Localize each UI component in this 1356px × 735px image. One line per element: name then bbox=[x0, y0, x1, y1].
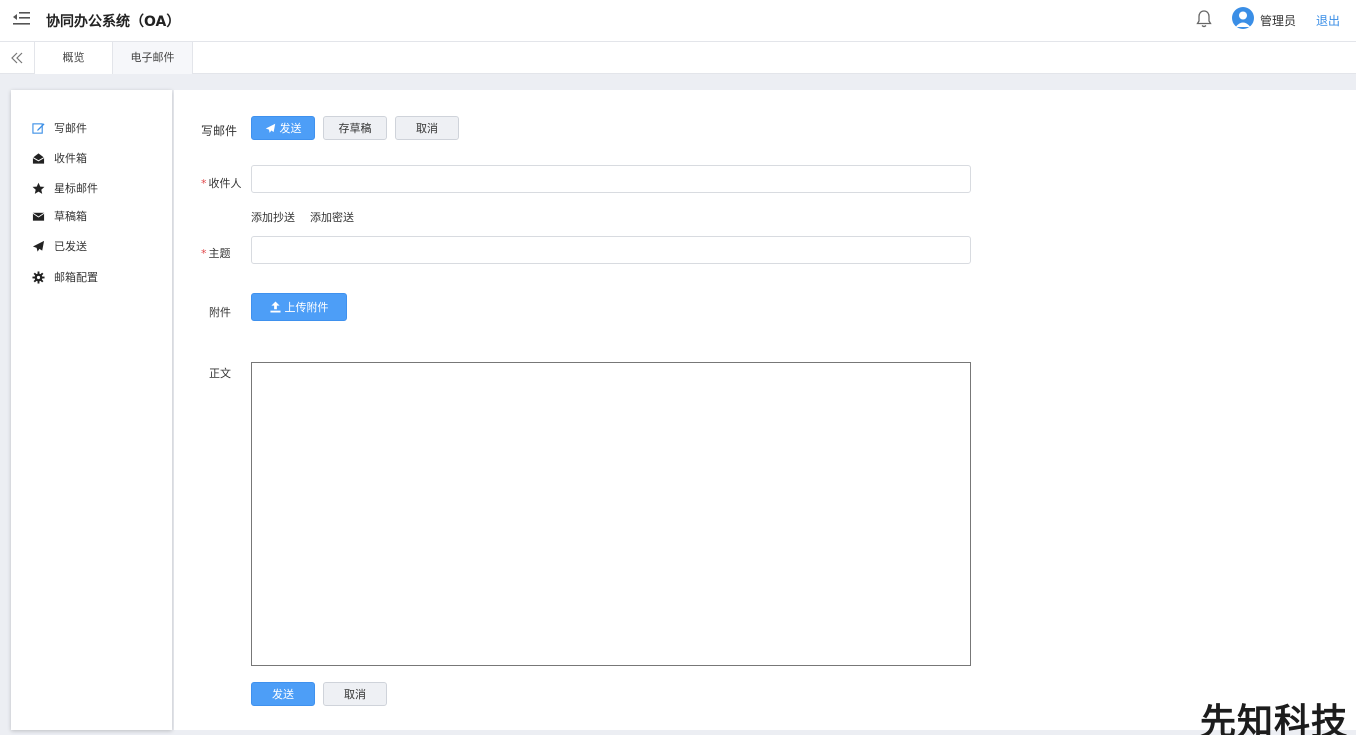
required-mark: * bbox=[201, 247, 207, 260]
inbox-icon bbox=[32, 152, 45, 164]
logout-link[interactable]: 退出 bbox=[1316, 12, 1340, 29]
sidebar-item-label: 已发送 bbox=[54, 240, 87, 253]
sidebar-item-drafts[interactable]: 草稿箱 bbox=[32, 207, 87, 225]
body-textarea[interactable] bbox=[251, 362, 971, 666]
recipient-label-text: 收件人 bbox=[208, 177, 242, 190]
recipient-label: * 收件人 bbox=[201, 175, 242, 191]
user-icon bbox=[1235, 11, 1251, 27]
sidebar-item-label: 星标邮件 bbox=[54, 182, 98, 195]
upload-attachment-button[interactable]: 上传附件 bbox=[251, 293, 347, 321]
app-title: 协同办公系统（OA） bbox=[46, 14, 181, 30]
upload-icon bbox=[269, 301, 281, 313]
bottom-send-button[interactable]: 发送 bbox=[251, 682, 315, 706]
subject-label-text: 主题 bbox=[208, 247, 231, 260]
tab-email[interactable]: 电子邮件 bbox=[113, 42, 193, 74]
section-title: 写邮件 bbox=[201, 124, 238, 138]
top-header: 协同办公系统（OA） 管理员 退出 bbox=[0, 0, 1356, 42]
cancel-button[interactable]: 取消 bbox=[395, 116, 459, 140]
subject-input[interactable] bbox=[251, 236, 971, 264]
sidebar: 写邮件 收件箱 星标邮件 草稿箱 已发送 邮箱配置 bbox=[11, 90, 172, 730]
sidebar-item-label: 写邮件 bbox=[54, 122, 87, 135]
sidebar-item-mail-settings[interactable]: 邮箱配置 bbox=[32, 268, 98, 286]
required-mark: * bbox=[201, 177, 207, 190]
sidebar-item-label: 收件箱 bbox=[54, 152, 87, 165]
send-button[interactable]: 发送 bbox=[251, 116, 315, 140]
body-label: 正文 bbox=[209, 367, 231, 380]
save-draft-button[interactable]: 存草稿 bbox=[323, 116, 387, 140]
tab-overview[interactable]: 概览 bbox=[34, 42, 113, 74]
envelope-icon bbox=[32, 212, 45, 221]
upload-button-label: 上传附件 bbox=[284, 301, 329, 314]
bell-icon[interactable] bbox=[1195, 9, 1213, 29]
avatar[interactable] bbox=[1232, 7, 1254, 29]
subject-label: * 主题 bbox=[201, 245, 231, 261]
compose-panel: 写邮件 发送 存草稿 取消 * 收件人 添加抄送 添加密送 * 主题 附件 上传附件… bbox=[174, 90, 1356, 730]
edit-icon bbox=[32, 122, 45, 134]
bottom-cancel-button[interactable]: 取消 bbox=[323, 682, 387, 706]
send-icon bbox=[265, 123, 275, 133]
watermark-text: 先知科技 bbox=[1200, 702, 1349, 735]
sidebar-item-starred[interactable]: 星标邮件 bbox=[32, 179, 98, 197]
user-name[interactable]: 管理员 bbox=[1260, 12, 1296, 29]
tab-bar: 概览 电子邮件 bbox=[0, 42, 1356, 74]
menu-toggle-icon[interactable] bbox=[11, 10, 31, 28]
sidebar-item-compose[interactable]: 写邮件 bbox=[32, 119, 87, 137]
sidebar-item-label: 邮箱配置 bbox=[54, 271, 98, 284]
sidebar-item-inbox[interactable]: 收件箱 bbox=[32, 149, 87, 167]
sidebar-item-sent[interactable]: 已发送 bbox=[32, 237, 87, 255]
sidebar-item-label: 草稿箱 bbox=[54, 210, 87, 223]
recipient-input[interactable] bbox=[251, 165, 971, 193]
star-icon bbox=[32, 182, 45, 194]
attachment-label: 附件 bbox=[209, 306, 231, 319]
add-bcc-link[interactable]: 添加密送 bbox=[310, 209, 354, 225]
add-cc-link[interactable]: 添加抄送 bbox=[251, 209, 295, 225]
send-button-label: 发送 bbox=[279, 122, 302, 135]
send-icon bbox=[32, 240, 45, 252]
gear-icon bbox=[32, 270, 45, 284]
double-chevron-left-icon[interactable] bbox=[8, 49, 28, 67]
